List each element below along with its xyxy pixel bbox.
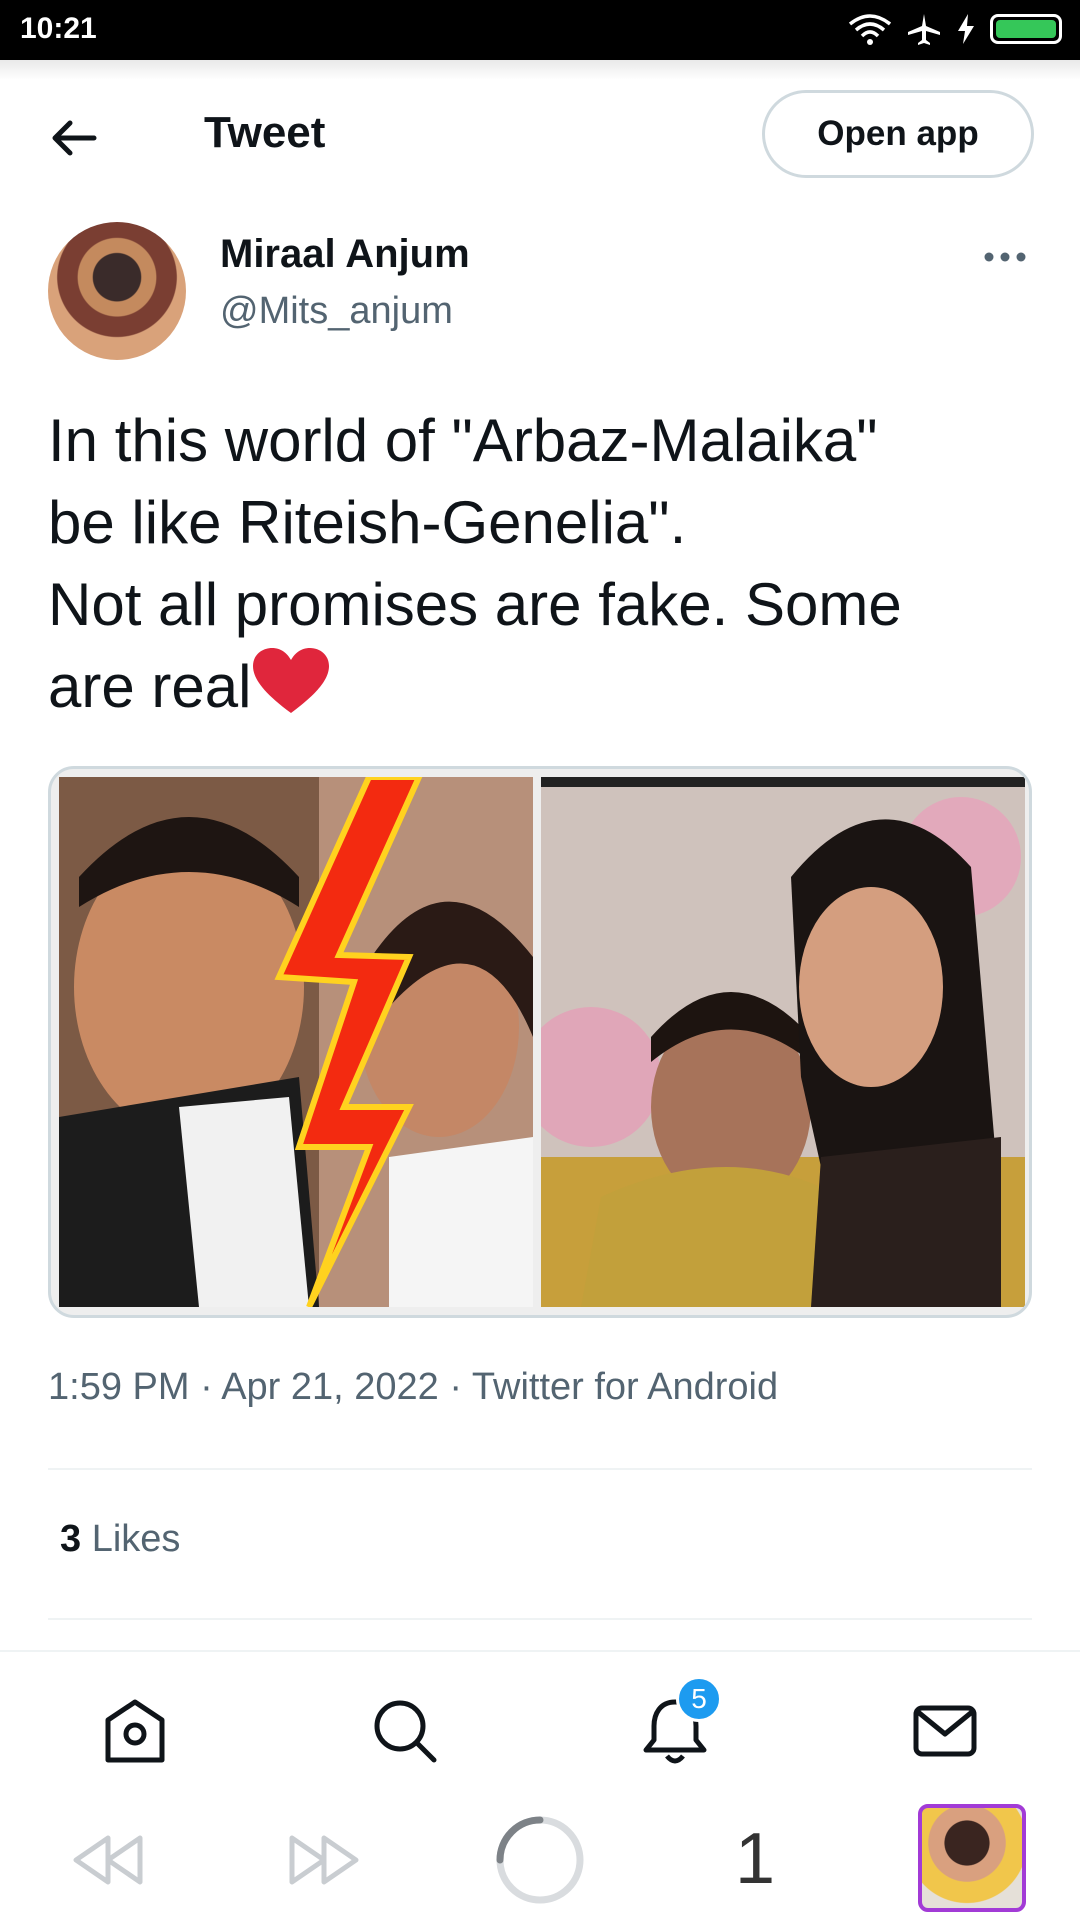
home-icon[interactable] xyxy=(100,1696,170,1766)
media-image-right[interactable] xyxy=(541,777,1025,1307)
forward-nav-icon[interactable] xyxy=(286,1830,362,1890)
open-app-button[interactable]: Open app xyxy=(762,90,1034,178)
tweet-header: Tweet Open app xyxy=(0,60,1080,208)
wifi-icon xyxy=(848,14,892,45)
messages-icon[interactable] xyxy=(910,1696,980,1766)
red-heart-emoji-icon xyxy=(253,648,330,713)
airplane-mode-icon xyxy=(908,14,940,45)
likes-count[interactable]: 3 Likes xyxy=(60,1518,180,1561)
lightning-bolt-graphic xyxy=(274,777,423,1307)
bottom-nav: 5 xyxy=(0,1650,1080,1800)
photo-couple-right xyxy=(541,777,1025,1307)
divider xyxy=(48,1468,1032,1470)
author-handle[interactable]: @Mits_anjum xyxy=(220,290,453,333)
tab-count[interactable]: 1 xyxy=(735,1818,775,1900)
charging-icon xyxy=(958,14,974,44)
notification-badge: 5 xyxy=(676,1676,722,1722)
loading-spinner-icon[interactable] xyxy=(494,1814,586,1906)
divider xyxy=(48,1618,1032,1620)
likes-number: 3 xyxy=(60,1518,82,1560)
status-icons xyxy=(848,12,1062,46)
tweet-body: In this world of "Arbaz-Malaika" be like… xyxy=(48,407,902,720)
profile-thumbnail[interactable] xyxy=(918,1804,1026,1912)
media-image-left[interactable] xyxy=(59,777,533,1307)
search-icon[interactable] xyxy=(370,1696,440,1766)
tweet-media[interactable] xyxy=(48,766,1032,1318)
author-name[interactable]: Miraal Anjum xyxy=(220,232,470,277)
browser-toolbar: 1 xyxy=(0,1800,1080,1920)
page-title: Tweet xyxy=(204,108,326,157)
avatar[interactable] xyxy=(48,222,186,360)
battery-icon xyxy=(990,14,1062,44)
tweet-timestamp[interactable]: 1:59 PM · Apr 21, 2022 · Twitter for And… xyxy=(48,1366,778,1409)
likes-label: Likes xyxy=(91,1518,181,1560)
back-arrow-icon[interactable] xyxy=(46,110,102,166)
status-bar: 10:21 xyxy=(0,0,1080,60)
status-time: 10:21 xyxy=(20,12,97,45)
tweet-text: In this world of "Arbaz-Malaika" be like… xyxy=(48,400,1038,728)
back-nav-icon[interactable] xyxy=(70,1830,146,1890)
more-options-icon[interactable] xyxy=(980,242,1030,272)
